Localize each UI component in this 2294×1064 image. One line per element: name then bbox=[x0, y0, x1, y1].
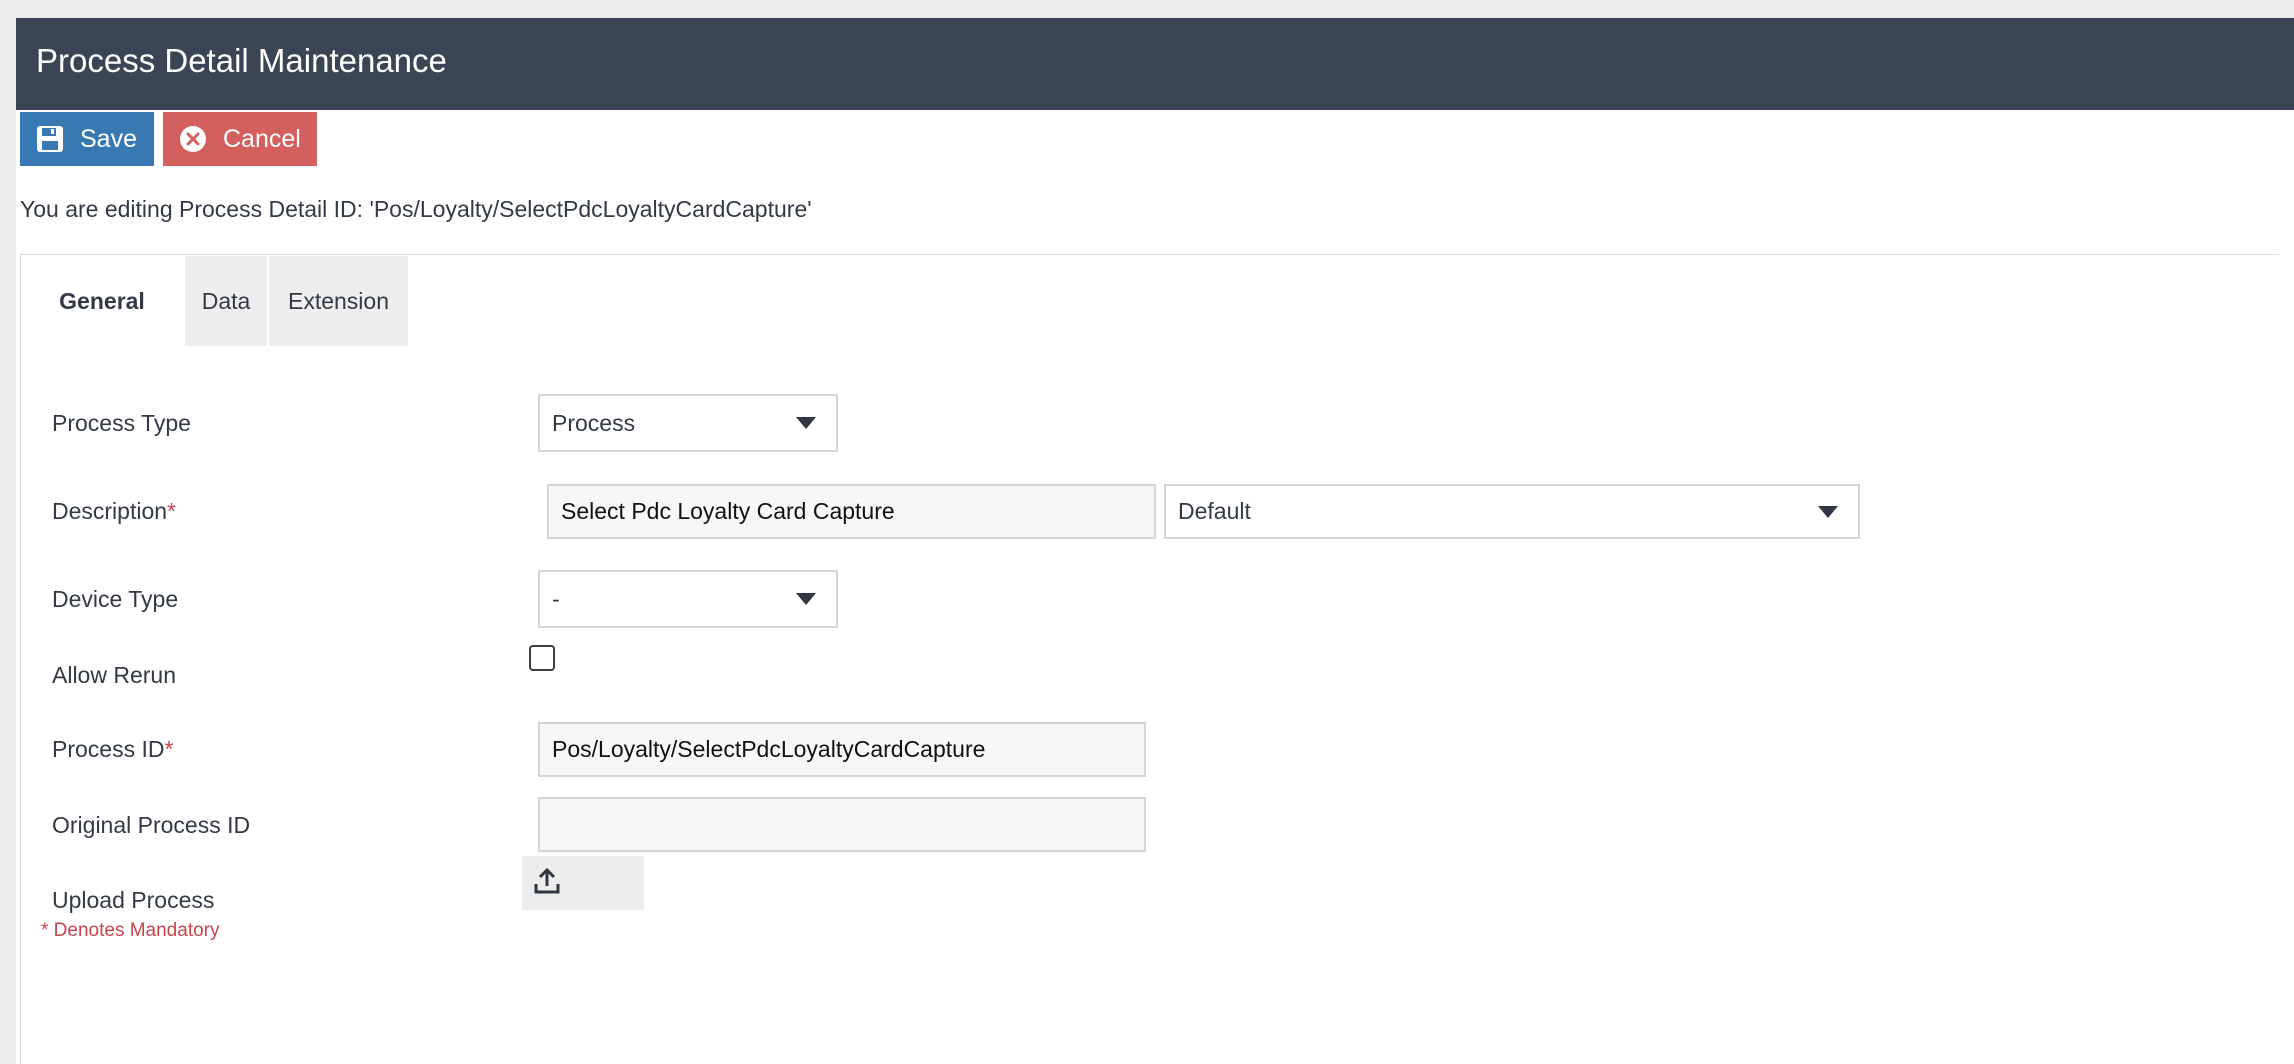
process-type-label: Process Type bbox=[52, 410, 191, 436]
device-type-value: - bbox=[552, 585, 560, 612]
upload-process-label: Upload Process bbox=[52, 887, 215, 913]
tab-general[interactable]: General bbox=[21, 256, 183, 346]
save-button-label: Save bbox=[80, 124, 137, 153]
process-id-label: Process ID* bbox=[52, 736, 174, 762]
chevron-down-icon bbox=[796, 593, 816, 605]
form-panel bbox=[20, 254, 2278, 1064]
device-type-select[interactable]: - bbox=[538, 570, 838, 628]
upload-process-button[interactable] bbox=[522, 856, 644, 910]
original-process-id-label: Original Process ID bbox=[52, 812, 251, 838]
upload-icon bbox=[532, 866, 562, 901]
process-id-input[interactable]: Pos/Loyalty/SelectPdcLoyaltyCardCapture bbox=[538, 722, 1146, 777]
page-title: Process Detail Maintenance bbox=[36, 42, 447, 79]
save-button[interactable]: Save bbox=[20, 112, 154, 166]
allow-rerun-checkbox[interactable] bbox=[529, 645, 555, 671]
process-id-value: Pos/Loyalty/SelectPdcLoyaltyCardCapture bbox=[552, 736, 986, 762]
page-header: Process Detail Maintenance bbox=[16, 18, 2294, 110]
process-type-select[interactable]: Process bbox=[538, 394, 838, 452]
chevron-down-icon bbox=[796, 417, 816, 429]
tab-extension[interactable]: Extension bbox=[269, 256, 408, 346]
mandatory-note: * Denotes Mandatory bbox=[41, 920, 220, 941]
cancel-button[interactable]: Cancel bbox=[163, 112, 317, 166]
required-marker: * bbox=[164, 736, 174, 762]
description-value: Select Pdc Loyalty Card Capture bbox=[561, 498, 895, 524]
chevron-down-icon bbox=[1818, 505, 1838, 518]
tab-data[interactable]: Data bbox=[185, 256, 267, 346]
device-type-label: Device Type bbox=[52, 586, 179, 612]
editing-message: You are editing Process Detail ID: 'Pos/… bbox=[20, 196, 812, 222]
description-label: Description* bbox=[52, 498, 176, 524]
description-locale-select[interactable]: Default bbox=[1164, 484, 1860, 539]
cancel-button-label: Cancel bbox=[223, 124, 301, 153]
process-type-value: Process bbox=[552, 409, 636, 436]
allow-rerun-label: Allow Rerun bbox=[52, 662, 176, 688]
floppy-disk-icon bbox=[36, 125, 64, 153]
required-marker: * bbox=[167, 498, 176, 524]
original-process-id-input[interactable] bbox=[538, 797, 1146, 852]
circle-x-icon bbox=[179, 125, 207, 153]
description-locale-value: Default bbox=[1178, 498, 1251, 524]
description-input[interactable]: Select Pdc Loyalty Card Capture bbox=[547, 484, 1156, 539]
